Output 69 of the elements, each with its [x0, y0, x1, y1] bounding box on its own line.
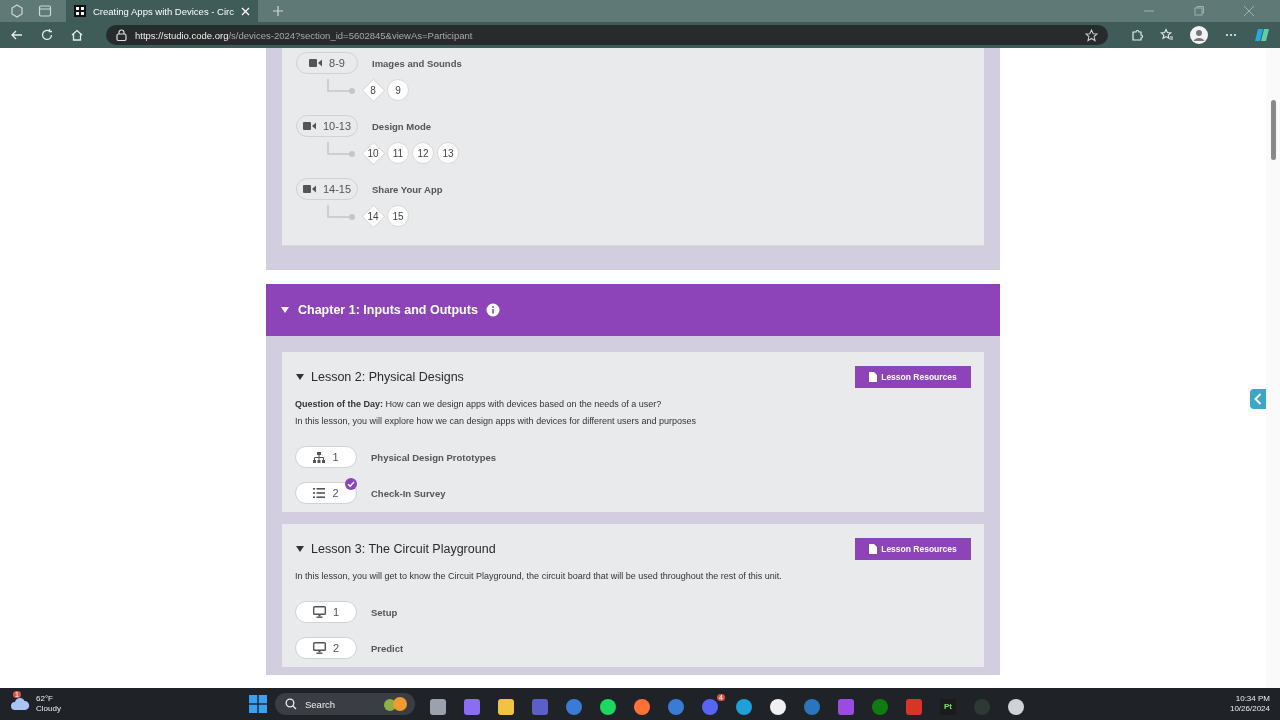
monitor-icon [312, 606, 326, 618]
lesson-description: In this lesson, you will get to know the Circuit Playground, the circuit board that will be used throughout the rest of this unit. [295, 571, 783, 581]
tab-title: Creating Apps with Devices - Circ [93, 5, 234, 17]
activity-button[interactable]: 1 [295, 446, 357, 468]
temperature: 62°F [36, 694, 54, 704]
clock-time: 10:34 PM [1235, 694, 1270, 704]
level-bubble[interactable]: 11 [387, 142, 409, 164]
start-icon[interactable] [249, 695, 267, 713]
home-icon[interactable] [70, 28, 84, 42]
extensions-icon[interactable] [1130, 28, 1144, 42]
connector-line [326, 205, 356, 221]
level-bubble[interactable]: 10 [362, 142, 384, 164]
question-of-the-day: Question of the Day: How can we design apps with devices based on the needs of a user? [295, 399, 971, 409]
level-bubble[interactable]: 8 [362, 79, 384, 101]
refresh-icon[interactable] [40, 28, 54, 42]
level-range-button[interactable]: 10-13 [296, 115, 358, 137]
lesson-resources-button[interactable]: Lesson Resources [855, 366, 971, 388]
collapse-panel-tab[interactable] [1250, 389, 1266, 409]
level-title: Images and Sounds [372, 57, 462, 69]
monitor-icon [312, 642, 326, 654]
back-icon[interactable] [10, 28, 24, 42]
video-camera-icon [302, 121, 316, 131]
activity-title[interactable]: Setup [371, 606, 398, 618]
level-range-button[interactable]: 14-15 [296, 178, 358, 200]
chevron-left-icon [1254, 393, 1262, 405]
address-field[interactable]: https://studio.code.org/s/devices-2024?section_id=5602845&viewAs=Participant [106, 25, 1108, 45]
caret-icon[interactable] [295, 373, 305, 381]
document-icon [869, 372, 878, 382]
activity-title[interactable]: Predict [371, 642, 404, 654]
profile-avatar-icon[interactable] [1190, 26, 1208, 44]
activity-button[interactable]: 2 [295, 637, 357, 659]
level-title: Share Your App [372, 183, 443, 195]
level-bubble[interactable]: 9 [387, 79, 409, 101]
level-bubble[interactable]: 15 [387, 205, 409, 227]
lesson-title[interactable]: Lesson 2: Physical Designs [311, 370, 464, 384]
browser-tab[interactable]: Creating Apps with Devices - Circ [66, 0, 258, 22]
level-bubble[interactable]: 14 [362, 205, 384, 227]
video-camera-icon [302, 184, 316, 194]
list-icon [313, 488, 326, 498]
clock-date: 10/26/2024 [1229, 704, 1270, 714]
caret-icon[interactable] [295, 545, 305, 553]
lesson-resources-button[interactable]: Lesson Resources [855, 538, 971, 560]
new-tab-icon[interactable] [271, 5, 284, 17]
activity-title[interactable]: Check-In Survey [371, 487, 446, 499]
weather-condition: Cloudy [36, 704, 61, 714]
level-title: Design Mode [372, 120, 432, 132]
connector-line [326, 79, 356, 95]
chapter-header[interactable]: Chapter 1: Inputs and Outputs [266, 284, 1000, 336]
site-logo-icon [74, 5, 86, 17]
document-icon [869, 544, 878, 554]
favorites-icon[interactable] [1160, 28, 1174, 42]
lock-icon [116, 29, 127, 41]
connector-line [326, 142, 356, 158]
level-bubble[interactable]: 12 [412, 142, 434, 164]
star-icon[interactable] [1085, 28, 1098, 42]
taskbar-search-field[interactable]: Search [275, 693, 415, 715]
level-range-button[interactable]: 8-9 [296, 52, 358, 74]
hierarchy-icon [313, 451, 326, 463]
tab-actions-icon[interactable] [38, 4, 52, 18]
activity-button[interactable]: 1 [295, 601, 357, 623]
search-icon [285, 698, 297, 710]
lesson-description: In this lesson, you will explore how we can design apps with devices for different users and purposes [295, 416, 698, 426]
activity-title[interactable]: Physical Design Prototypes [371, 451, 497, 463]
cloud-icon[interactable] [10, 697, 30, 711]
scrollbar-thumb[interactable] [1271, 100, 1276, 160]
lesson-title[interactable]: Lesson 3: The Circuit Playground [311, 542, 496, 556]
level-bubble[interactable]: 13 [437, 142, 459, 164]
video-camera-icon [309, 58, 323, 68]
info-icon[interactable] [485, 303, 500, 317]
